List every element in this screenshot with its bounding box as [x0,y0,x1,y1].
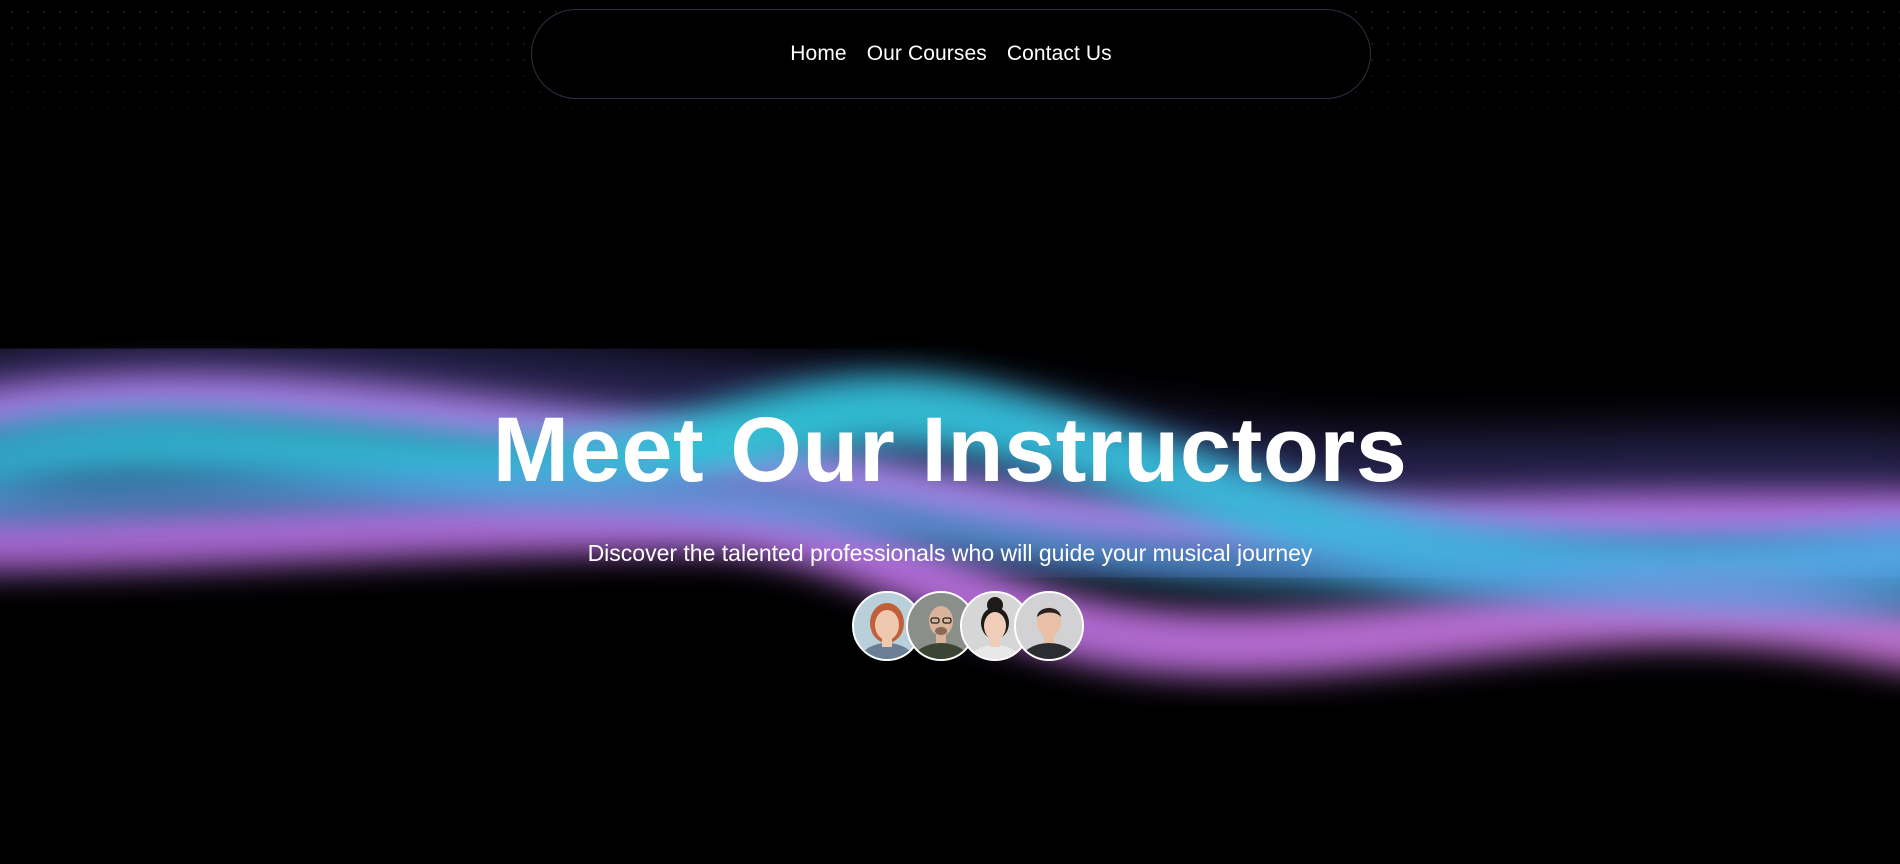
page: Home Our Courses Contact Us Meet Our Ins… [0,0,1900,864]
nav-home-link[interactable]: Home [790,42,846,66]
nav-contact-us-link[interactable]: Contact Us [1007,42,1112,66]
instructor-avatar-man-dark-shirt[interactable] [1014,591,1084,661]
instructor-avatar-group [852,591,1084,661]
hero-title: Meet Our Instructors [492,399,1408,501]
nav-our-courses-link[interactable]: Our Courses [867,42,987,66]
top-navbar: Home Our Courses Contact Us [531,9,1371,99]
hero-subtitle: Discover the talented professionals who … [587,540,1313,566]
